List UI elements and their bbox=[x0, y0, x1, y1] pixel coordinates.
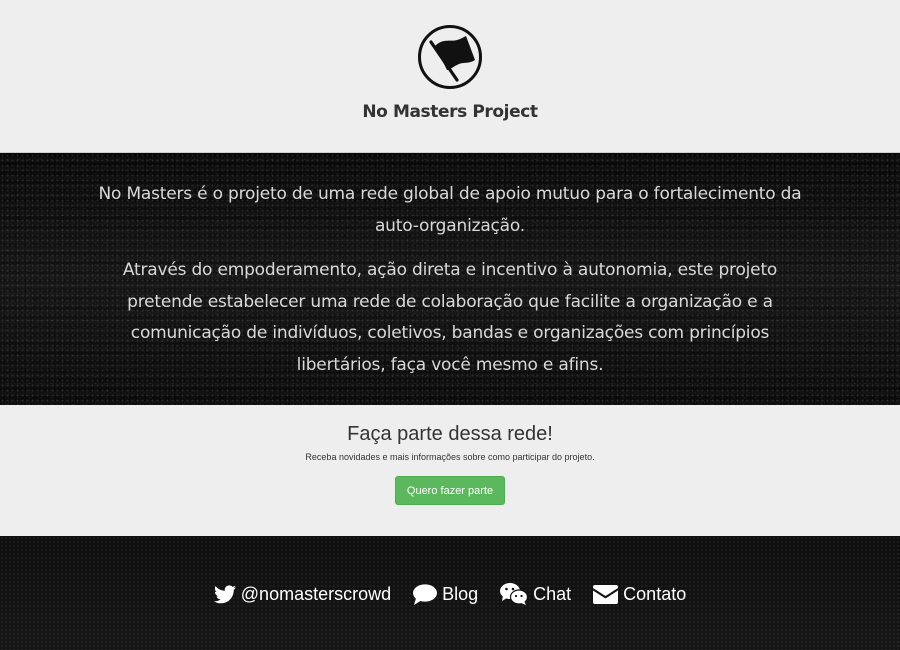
logo[interactable] bbox=[0, 0, 900, 90]
black-flag-icon bbox=[418, 25, 482, 89]
twitter-link-label: @nomasterscrowd bbox=[240, 583, 392, 604]
envelope-icon bbox=[593, 584, 619, 604]
site-header: No Masters Project bbox=[0, 0, 900, 153]
blog-link[interactable]: Blog bbox=[413, 584, 478, 605]
contact-link[interactable]: Contato bbox=[593, 584, 686, 605]
hero-paragraph-intro: No Masters é o projeto de uma rede globa… bbox=[98, 184, 802, 236]
chat-link-label: Chat bbox=[533, 583, 572, 604]
twitter-icon bbox=[213, 584, 236, 604]
chat-link[interactable]: Chat bbox=[500, 582, 571, 606]
hero-section: No Masters é o projeto de uma rede globa… bbox=[0, 153, 900, 405]
signup-section: Faça parte dessa rede! Receba novidades … bbox=[0, 405, 900, 536]
twitter-link[interactable]: @nomasterscrowd bbox=[213, 583, 392, 605]
wechat-icon bbox=[500, 582, 529, 606]
site-footer: @nomasterscrowd Blog Chat Contato bbox=[0, 536, 900, 650]
site-title: No Masters Project bbox=[362, 102, 538, 122]
speech-bubble-icon bbox=[413, 583, 438, 605]
signup-subtext: Receba novidades e mais informações sobr… bbox=[305, 452, 595, 462]
social-links: @nomasterscrowd Blog Chat Contato bbox=[213, 582, 686, 606]
join-button[interactable]: Quero fazer parte bbox=[395, 476, 505, 505]
hero-paragraph-mission: Através do empoderamento, ação direta e … bbox=[122, 260, 778, 375]
signup-heading: Faça parte dessa rede! bbox=[347, 423, 553, 445]
contact-link-label: Contato bbox=[623, 583, 687, 604]
blog-link-label: Blog bbox=[442, 583, 479, 604]
